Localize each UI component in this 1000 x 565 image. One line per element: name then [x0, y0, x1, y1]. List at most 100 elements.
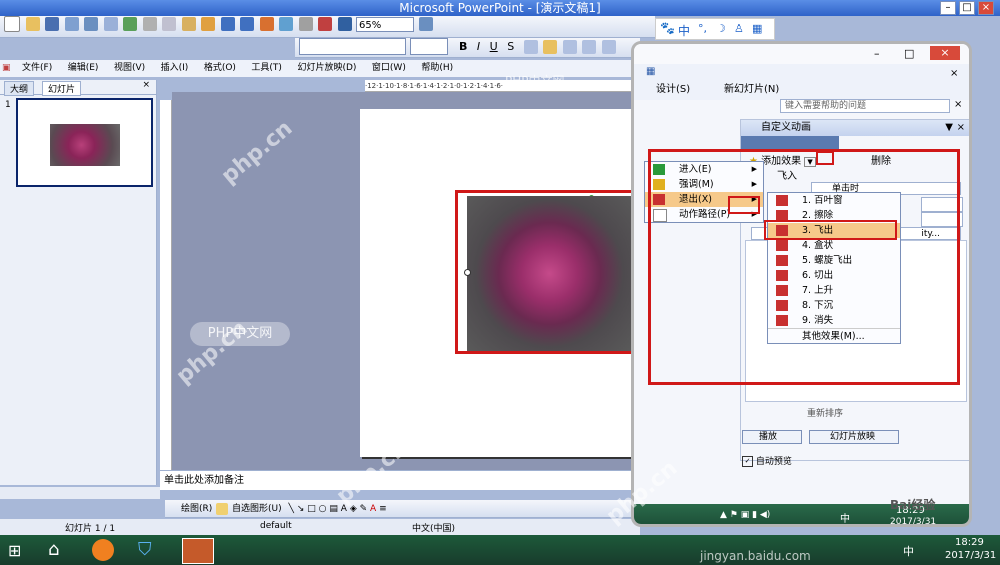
expand-icon[interactable]: [337, 17, 352, 31]
inset-maximize-button[interactable]: □: [904, 47, 914, 60]
app-icon: ▣: [2, 63, 11, 73]
autoshapes-menu[interactable]: 自选图形(U): [232, 504, 282, 514]
line-color-icon[interactable]: ✎: [360, 504, 368, 514]
format-painter-icon[interactable]: [201, 17, 215, 31]
permission-icon[interactable]: [64, 17, 79, 31]
browser-icon[interactable]: [92, 539, 114, 561]
taskbar-ime[interactable]: 中: [903, 543, 914, 559]
align-left-icon[interactable]: [523, 39, 538, 54]
redo-icon[interactable]: [240, 17, 254, 31]
design-button[interactable]: 设计(S): [656, 80, 690, 95]
help-search-input[interactable]: 键入需要帮助的问题: [780, 99, 950, 113]
grid-menu-icon[interactable]: ▦: [752, 22, 762, 35]
ime-mode[interactable]: 中: [678, 22, 690, 39]
open-icon[interactable]: [25, 17, 40, 31]
status-design: default: [260, 521, 292, 531]
autopreview-checkbox[interactable]: ✓ 自动预览: [742, 454, 792, 467]
inset-grid-icon[interactable]: ▦: [646, 66, 655, 77]
table-icon[interactable]: [279, 17, 293, 31]
inset-ime[interactable]: 中: [840, 510, 850, 524]
maximize-button[interactable]: □: [959, 1, 975, 15]
slide-thumbnail[interactable]: [16, 98, 153, 187]
arrow-icon[interactable]: ↘: [297, 504, 305, 514]
menu-view[interactable]: 视图(V): [108, 60, 151, 77]
ime-toolbar[interactable]: 🐾 中 °, ☽ ♙ ▦: [655, 18, 775, 40]
grid-icon[interactable]: [298, 17, 313, 31]
help-icon[interactable]: [418, 17, 433, 31]
color-icon[interactable]: [318, 17, 332, 31]
line-style-icon[interactable]: ≡: [379, 504, 387, 514]
pane-dropdown-icon[interactable]: ▼: [945, 120, 953, 136]
chart-icon[interactable]: [259, 17, 274, 31]
paste-icon[interactable]: [181, 17, 196, 31]
close-pane-icon[interactable]: ×: [142, 80, 150, 90]
rectangle-icon[interactable]: □: [307, 504, 316, 514]
textbox-icon[interactable]: ▤: [329, 504, 338, 514]
print-preview-icon[interactable]: [103, 17, 118, 31]
draw-menu[interactable]: 绘图(R): [181, 504, 212, 514]
new-slide-button[interactable]: 新幻灯片(N): [724, 80, 779, 95]
play-button[interactable]: 播放: [742, 430, 802, 444]
oval-icon[interactable]: ○: [319, 504, 327, 514]
inset-title-area: – □ ×: [634, 44, 969, 64]
vertical-ruler: [160, 100, 172, 470]
menu-window[interactable]: 窗口(W): [366, 60, 412, 77]
punctuation-icon[interactable]: °,: [698, 22, 707, 35]
print-icon[interactable]: [84, 17, 98, 31]
menu-help[interactable]: 帮助(H): [415, 60, 459, 77]
inset-tray-icons[interactable]: ▲ ⚑ ▣ ▮ ◀): [720, 510, 770, 520]
select-pointer-icon[interactable]: [216, 502, 229, 515]
spelling-icon[interactable]: [123, 17, 137, 31]
view-buttons[interactable]: [0, 487, 160, 499]
window-title: Microsoft PowerPoint - [演示文稿1]: [399, 1, 601, 15]
copy-icon[interactable]: [162, 17, 176, 31]
wordart-icon[interactable]: A: [341, 504, 347, 514]
numbering-icon[interactable]: [582, 39, 597, 54]
pane-nav-buttons[interactable]: [741, 136, 839, 150]
menu-tools[interactable]: 工具(T): [245, 60, 288, 77]
align-right-icon[interactable]: [562, 39, 577, 54]
font-size-select[interactable]: [409, 38, 448, 55]
menu-slideshow[interactable]: 幻灯片放映(D): [291, 60, 362, 77]
menu-file[interactable]: 文件(F): [16, 60, 58, 77]
help-close-icon[interactable]: ×: [954, 99, 962, 110]
reorder-label[interactable]: 重新排序: [807, 406, 843, 419]
inset-minimize-button[interactable]: –: [874, 47, 880, 60]
font-select[interactable]: [299, 38, 406, 55]
menu-edit[interactable]: 编辑(E): [62, 60, 105, 77]
new-icon[interactable]: [4, 16, 20, 32]
shield-icon[interactable]: ⛉: [138, 539, 152, 560]
align-center-icon[interactable]: [543, 39, 558, 54]
user-icon[interactable]: ♙: [734, 22, 744, 35]
notes-pane[interactable]: 单击此处添加备注: [160, 470, 640, 490]
shadow-button[interactable]: S: [507, 40, 514, 53]
home-icon[interactable]: ⌂: [48, 539, 59, 560]
powerpoint-taskbar-icon[interactable]: [182, 538, 214, 564]
menu-format[interactable]: 格式(O): [198, 60, 242, 77]
cut-icon[interactable]: [142, 17, 157, 31]
save-icon[interactable]: [45, 17, 59, 31]
underline-button[interactable]: U: [490, 40, 498, 53]
slideshow-button[interactable]: 幻灯片放映: [809, 430, 899, 444]
line-icon[interactable]: ╲: [289, 504, 294, 514]
tab-slides[interactable]: 幻灯片: [42, 81, 82, 96]
fill-color-icon[interactable]: ◈: [350, 504, 357, 514]
tab-outline[interactable]: 大纲: [4, 81, 35, 96]
inset-close-button[interactable]: ×: [930, 46, 960, 60]
font-color-icon[interactable]: A: [370, 504, 376, 514]
pane-close-icon[interactable]: ×: [957, 120, 965, 136]
windows-start-icon[interactable]: ⊞: [8, 541, 21, 560]
inset-menu-close-icon[interactable]: ×: [950, 68, 958, 79]
moon-icon[interactable]: ☽: [716, 22, 726, 35]
minimize-button[interactable]: –: [940, 1, 956, 15]
slides-pane: 大纲 幻灯片 × 1: [0, 80, 157, 485]
zoom-select[interactable]: 65%: [356, 16, 414, 32]
taskbar-time: 18:29: [955, 537, 984, 548]
pane-title: 自定义动画: [761, 122, 811, 133]
close-button[interactable]: ×: [978, 1, 994, 15]
bullets-icon[interactable]: [601, 39, 616, 54]
menu-insert[interactable]: 插入(I): [155, 60, 195, 77]
bold-button[interactable]: B: [459, 40, 467, 53]
undo-icon[interactable]: [220, 17, 235, 31]
italic-button[interactable]: I: [477, 40, 480, 53]
